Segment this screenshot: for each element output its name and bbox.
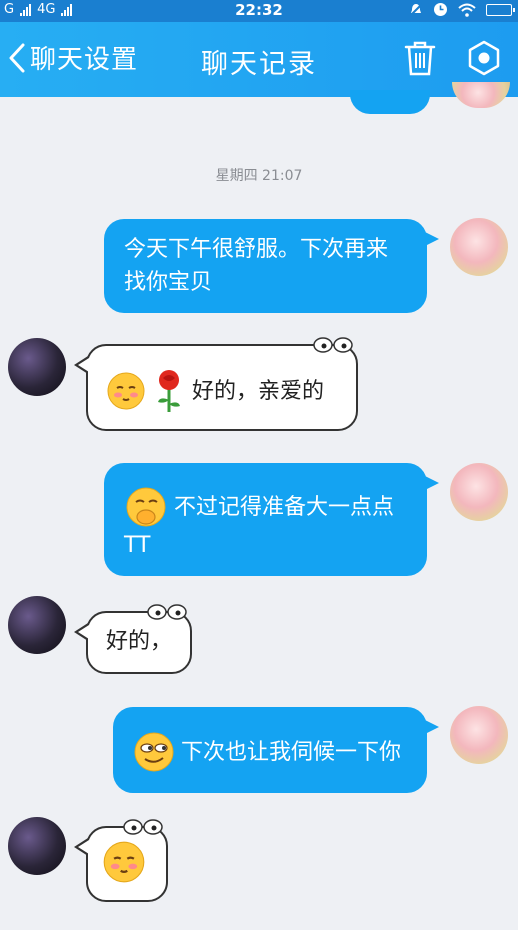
chevron-left-icon (9, 43, 25, 72)
trash-icon[interactable] (404, 40, 436, 76)
avatar-self[interactable] (450, 463, 508, 521)
message-text: TT (124, 533, 151, 558)
blush-face-icon (103, 841, 145, 883)
message-timestamp: 星期四 21:07 (215, 168, 303, 184)
message-text: 找你宝贝 (124, 270, 213, 295)
message-bubble-partial (350, 90, 430, 114)
message-bubble-incoming[interactable]: 好的， (74, 604, 192, 674)
back-label: 聊天设置 (30, 45, 139, 75)
smirk-face-icon (134, 732, 174, 772)
shy-face-icon (126, 487, 166, 527)
back-button[interactable]: 聊天设置 (8, 39, 138, 76)
alarm-mute-icon (409, 2, 423, 17)
avatar-self[interactable] (450, 706, 508, 764)
status-bar: G 4G 22:32 (0, 0, 518, 22)
message-text: 今天下午很舒服。下次再来 (124, 237, 389, 262)
wifi-icon (458, 3, 476, 17)
message-text: 好的， (106, 629, 173, 654)
message-bubble-outgoing[interactable]: 今天下午很舒服。下次再来 找你宝贝 (104, 219, 439, 313)
message-text: 好的，亲爱的 (192, 378, 325, 404)
message-text: 下次也让我伺候一下你 (181, 739, 402, 765)
message-bubble-outgoing[interactable]: 不过记得准备大一点点 TT (104, 463, 439, 576)
peek-eyes-icon (313, 337, 353, 353)
avatar-contact[interactable] (8, 817, 66, 875)
clock-icon (434, 3, 447, 16)
message-text: 不过记得准备大一点点 (174, 494, 395, 520)
peek-eyes-icon (123, 819, 163, 835)
battery-icon (486, 3, 515, 16)
message-bubble-incoming[interactable] (74, 819, 168, 902)
message-bubble-incoming[interactable]: 好的，亲爱的 (74, 337, 358, 431)
avatar-self-partial (452, 82, 510, 108)
blush-face-icon (107, 372, 145, 410)
rose-icon (158, 370, 180, 412)
avatar-self[interactable] (450, 218, 508, 276)
peek-eyes-icon (147, 604, 187, 620)
message-bubble-outgoing[interactable]: 下次也让我伺候一下你 (113, 707, 439, 793)
settings-icon[interactable] (466, 40, 502, 76)
header: 聊天设置 聊天记录 (0, 22, 518, 97)
top-bar: G 4G 22:32 聊天设置 聊天记录 (0, 0, 518, 97)
avatar-contact[interactable] (8, 596, 66, 654)
avatar-contact[interactable] (8, 338, 66, 396)
